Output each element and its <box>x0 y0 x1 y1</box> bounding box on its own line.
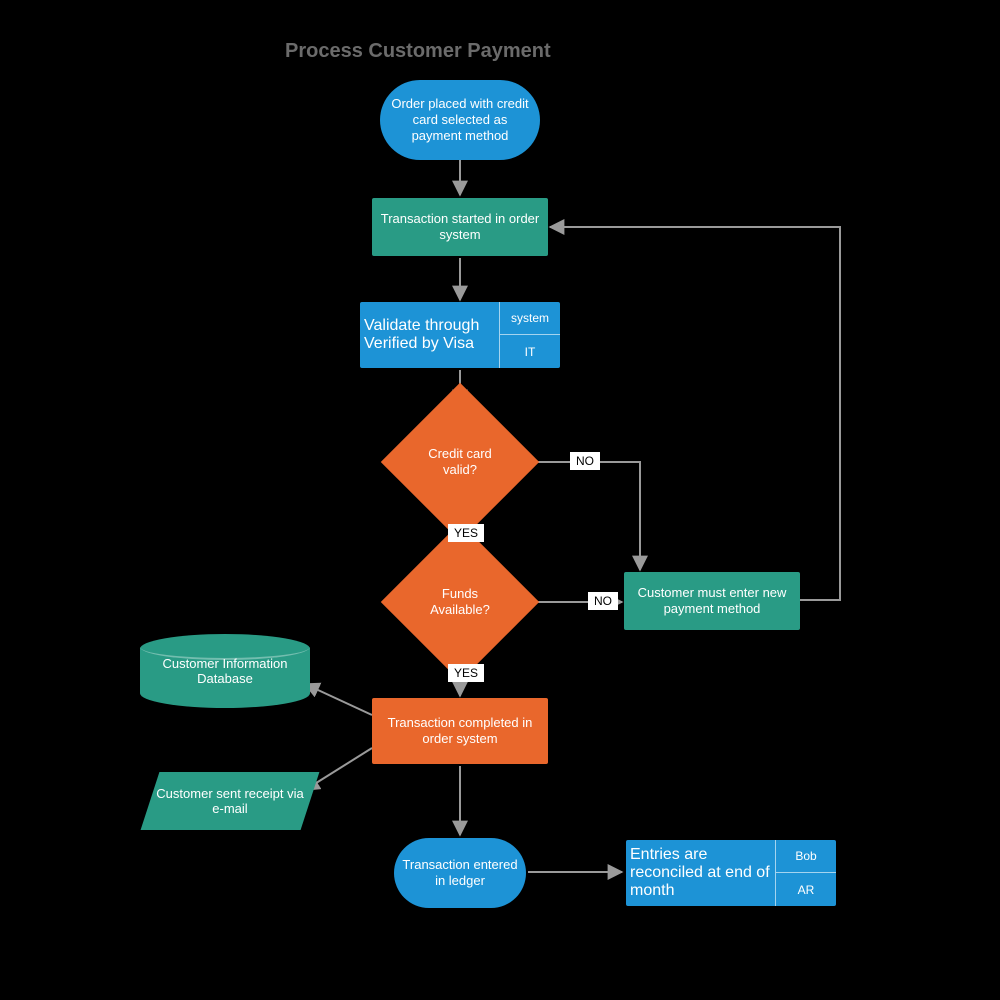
node-funds: Funds Available? <box>404 546 516 658</box>
node-funds-label: Funds Available? <box>404 546 516 658</box>
node-reconcile-r2: AR <box>776 873 836 906</box>
node-start: Order placed with credit card selected a… <box>380 80 540 160</box>
node-ledger: Transaction entered in ledger <box>394 838 526 908</box>
label-yes-2: YES <box>448 664 484 682</box>
node-email: Customer sent receipt via e-mail <box>141 772 320 830</box>
node-txn-start-label: Transaction started in order system <box>378 211 542 244</box>
node-reconcile-r1: Bob <box>776 840 836 873</box>
node-validate: Validate through Verified by Visa system… <box>360 302 560 368</box>
node-validate-r2: IT <box>500 335 560 368</box>
node-ledger-label: Transaction entered in ledger <box>400 857 520 890</box>
node-cc-valid-label: Credit card valid? <box>404 406 516 518</box>
node-txn-complete: Transaction completed in order system <box>372 698 548 764</box>
node-txn-complete-label: Transaction completed in order system <box>378 715 542 748</box>
node-start-label: Order placed with credit card selected a… <box>386 96 534 145</box>
node-new-method: Customer must enter new payment method <box>624 572 800 630</box>
label-no-1: NO <box>570 452 600 470</box>
flowchart-canvas: Process Customer Payment <box>0 0 1000 1000</box>
label-no-2: NO <box>588 592 618 610</box>
node-txn-start: Transaction started in order system <box>372 198 548 256</box>
node-cc-valid: Credit card valid? <box>404 406 516 518</box>
chart-title: Process Customer Payment <box>285 40 551 63</box>
node-database-label: Customer Information Database <box>150 656 300 686</box>
label-yes-1: YES <box>448 524 484 542</box>
node-database: Customer Information Database <box>140 634 310 708</box>
node-validate-r1: system <box>500 302 560 335</box>
node-email-label: Customer sent receipt via e-mail <box>150 786 310 816</box>
node-validate-main: Validate through Verified by Visa <box>360 302 500 368</box>
node-new-method-label: Customer must enter new payment method <box>630 585 794 618</box>
node-reconcile: Entries are reconciled at end of month B… <box>626 840 836 906</box>
node-reconcile-main: Entries are reconciled at end of month <box>626 840 776 906</box>
